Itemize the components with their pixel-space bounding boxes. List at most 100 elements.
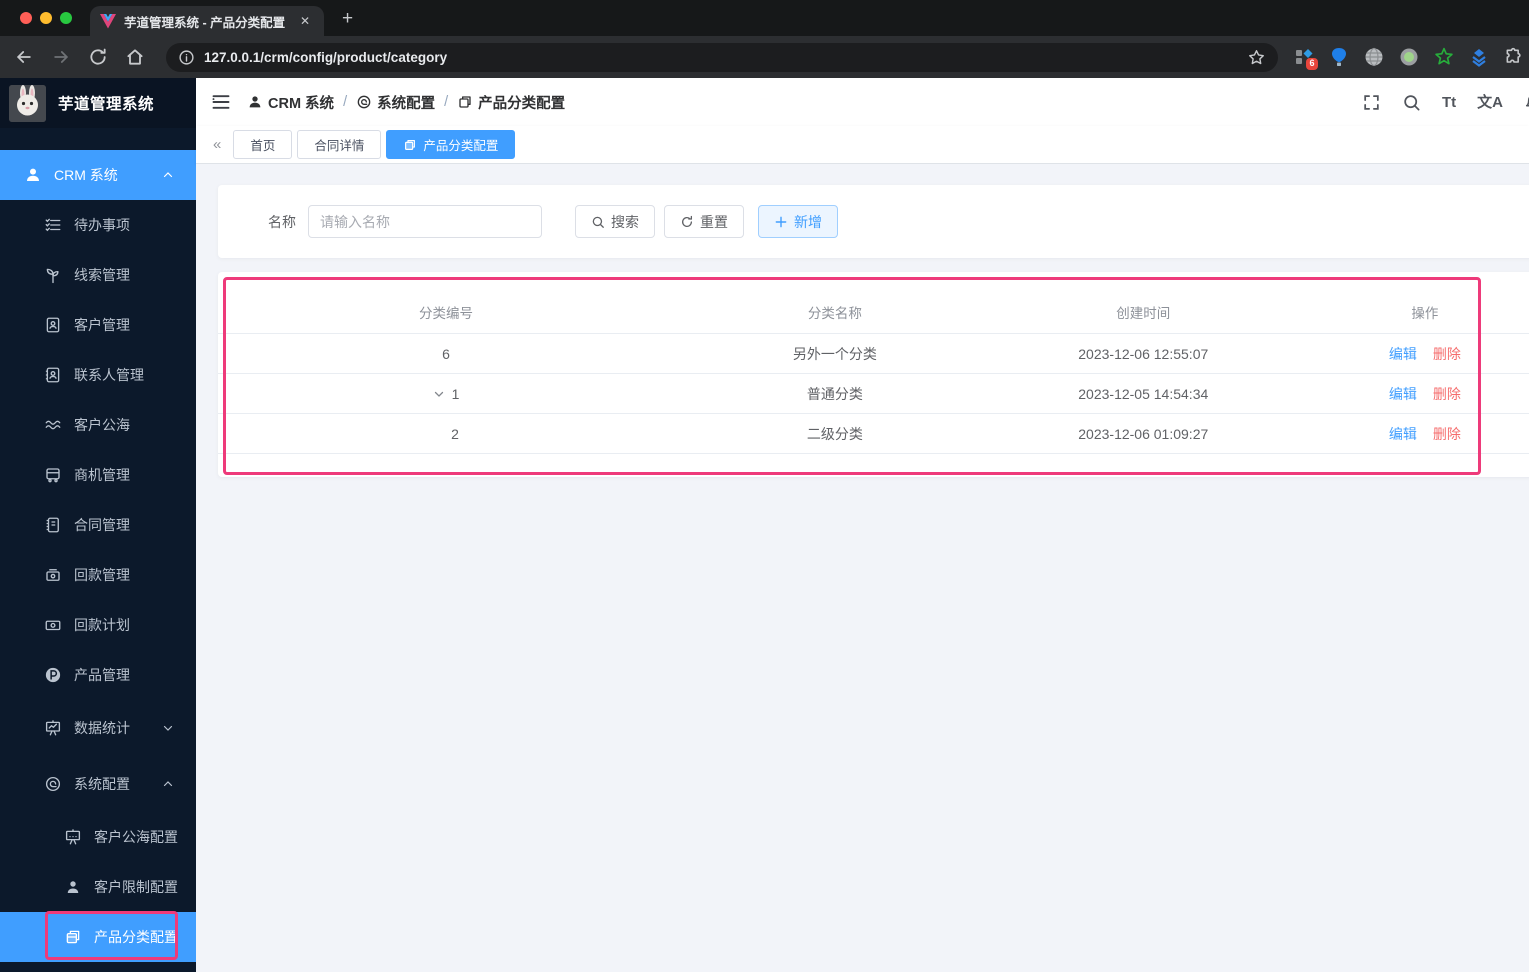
cell-category-id: 2 [451, 425, 459, 442]
fullscreen-icon[interactable] [1362, 93, 1381, 112]
product-p-icon [45, 667, 61, 683]
sidebar-item-limit-config[interactable]: 客户限制配置 [0, 862, 196, 912]
tag-home[interactable]: 首页 [233, 130, 293, 159]
sidebar-item-opportunities[interactable]: 商机管理 [0, 450, 196, 500]
extension-icons: 6 [1294, 47, 1524, 70]
new-tab-button[interactable]: + [342, 9, 353, 28]
browser-chrome: 芋道管理系统 - 产品分类配置 ✕ + 127.0.0.1/crm/config… [0, 0, 1529, 78]
name-field-label: 名称 [268, 213, 296, 230]
cell-actions: 编辑 删除 [1291, 344, 1529, 364]
search-icon[interactable] [1402, 93, 1421, 112]
favicon-vue-icon [100, 13, 116, 28]
font-size-icon[interactable]: Tt [1442, 95, 1456, 110]
tags-view-bar: « 首页 合同详情 产品分类配置 [196, 126, 1529, 164]
refresh-icon [681, 215, 693, 227]
balloon-extension-icon[interactable] [1329, 47, 1349, 67]
cell-category-name: 另外一个分类 [792, 345, 877, 362]
contract-notebook-icon [46, 517, 59, 533]
search-button[interactable]: 搜索 [575, 205, 655, 238]
edit-link[interactable]: 编辑 [1389, 344, 1417, 364]
delete-link[interactable]: 删除 [1433, 344, 1461, 364]
sidebar-item-crm-system[interactable]: CRM 系统 [0, 150, 196, 200]
back-icon[interactable] [14, 47, 34, 67]
search-icon [592, 216, 604, 228]
bell-icon[interactable] [1524, 93, 1529, 112]
category-table-card: 分类编号 分类名称 创建时间 操作 6 另外一个分类 2023-12-06 12… [218, 272, 1529, 477]
column-header-id: 分类编号 [418, 305, 473, 321]
column-header-name: 分类名称 [807, 305, 862, 321]
cell-created-time: 2023-12-05 14:54:34 [1078, 385, 1209, 402]
sidebar-item-todo[interactable]: 待办事项 [0, 200, 196, 250]
breadcrumb-item-product-category: 产品分类配置 [457, 92, 565, 113]
edit-link[interactable]: 编辑 [1389, 424, 1417, 444]
config-icon [357, 95, 371, 109]
column-header-actions: 操作 [1411, 305, 1439, 321]
sidebar-item-leads[interactable]: 线索管理 [0, 250, 196, 300]
browser-tabstrip: 芋道管理系统 - 产品分类配置 ✕ + [0, 0, 1529, 36]
sidebar-item-customers[interactable]: 客户管理 [0, 300, 196, 350]
search-form-card: 名称 搜索 重置 新增 [218, 185, 1529, 258]
name-input[interactable] [308, 205, 542, 238]
minimize-window-button[interactable] [40, 12, 52, 24]
receivable-money-icon [46, 569, 60, 581]
sidebar-item-system-config[interactable]: 系统配置 [0, 756, 196, 812]
layers-extension-icon[interactable] [1469, 47, 1489, 67]
sidebar-item-product-category-config[interactable]: 产品分类配置 [0, 912, 196, 962]
sidebar-item-contracts[interactable]: 合同管理 [0, 500, 196, 550]
tab-close-icon[interactable]: ✕ [296, 14, 314, 28]
close-window-button[interactable] [20, 12, 32, 24]
delete-link[interactable]: 删除 [1433, 424, 1461, 444]
address-bar[interactable]: 127.0.0.1/crm/config/product/category [166, 42, 1278, 72]
forward-icon[interactable] [51, 47, 71, 67]
reset-button[interactable]: 重置 [664, 205, 744, 238]
sidebar-item-products[interactable]: 产品管理 [0, 650, 196, 700]
table-row: 1 普通分类 2023-12-05 14:54:34 编辑 删除 [218, 374, 1529, 414]
rabbit-avatar [9, 84, 46, 122]
record-dot-extension-icon[interactable] [1399, 47, 1419, 67]
sidebar-item-contacts[interactable]: 联系人管理 [0, 350, 196, 400]
browser-tab-title: 芋道管理系统 - 产品分类配置 [124, 15, 286, 30]
add-button[interactable]: 新增 [758, 205, 838, 238]
sidebar-item-payment-plan[interactable]: 回款计划 [0, 600, 196, 650]
edit-link[interactable]: 编辑 [1389, 384, 1417, 404]
cell-category-id: 1 [218, 386, 674, 402]
screenshot-root: 芋道管理系统 - 产品分类配置 ✕ + 127.0.0.1/crm/config… [0, 0, 1529, 972]
sidebar-item-pool-config[interactable]: 客户公海配置 [0, 812, 196, 862]
config-icon [45, 776, 61, 792]
breadcrumb-item-crm[interactable]: CRM 系统 [247, 92, 334, 113]
chevron-up-icon [163, 172, 173, 178]
breadcrumb-item-config[interactable]: 系统配置 [356, 92, 435, 113]
zoom-window-button[interactable] [60, 12, 72, 24]
sea-waves-icon [45, 420, 61, 430]
bus-icon [46, 468, 60, 483]
app-logo[interactable]: 芋道管理系统 [0, 78, 196, 128]
extensions-puzzle-icon[interactable] [1504, 47, 1524, 67]
locale-icon[interactable]: 文A [1477, 95, 1503, 110]
url-text[interactable]: 127.0.0.1/crm/config/product/category [204, 50, 1247, 65]
breadcrumb-separator: / [343, 94, 348, 110]
sidebar-item-statistics[interactable]: 数据统计 [0, 700, 196, 756]
tag-contract-detail[interactable]: 合同详情 [297, 130, 382, 159]
reload-icon[interactable] [88, 47, 108, 67]
statistics-board-icon [45, 720, 61, 736]
tags-collapse-icon[interactable]: « [213, 136, 221, 153]
cell-category-name: 二级分类 [806, 425, 863, 442]
delete-link[interactable]: 删除 [1433, 384, 1461, 404]
tag-product-category-config[interactable]: 产品分类配置 [386, 130, 516, 159]
green-star-extension-icon[interactable] [1434, 47, 1454, 67]
sidebar-item-receivables[interactable]: 回款管理 [0, 550, 196, 600]
user-icon [27, 168, 39, 181]
browser-tab[interactable]: 芋道管理系统 - 产品分类配置 ✕ [90, 6, 324, 36]
home-icon[interactable] [125, 47, 145, 67]
sidebar-item-customer-pool[interactable]: 客户公海 [0, 400, 196, 450]
menu-fold-icon[interactable] [211, 92, 231, 112]
main-area: CRM 系统 / 系统配置 / 产品分类配置 Tt 文A « 首页 合同详情 产… [196, 78, 1529, 972]
globe-extension-icon[interactable] [1364, 47, 1384, 67]
grid-extension-icon[interactable]: 6 [1294, 47, 1318, 70]
site-info-icon[interactable] [178, 49, 195, 66]
macos-window-controls[interactable] [0, 12, 72, 24]
breadcrumb: CRM 系统 / 系统配置 / 产品分类配置 [247, 92, 565, 113]
expand-caret-down-icon[interactable] [433, 388, 445, 400]
bookmark-star-icon[interactable] [1247, 48, 1266, 67]
contact-card-icon [45, 367, 60, 383]
